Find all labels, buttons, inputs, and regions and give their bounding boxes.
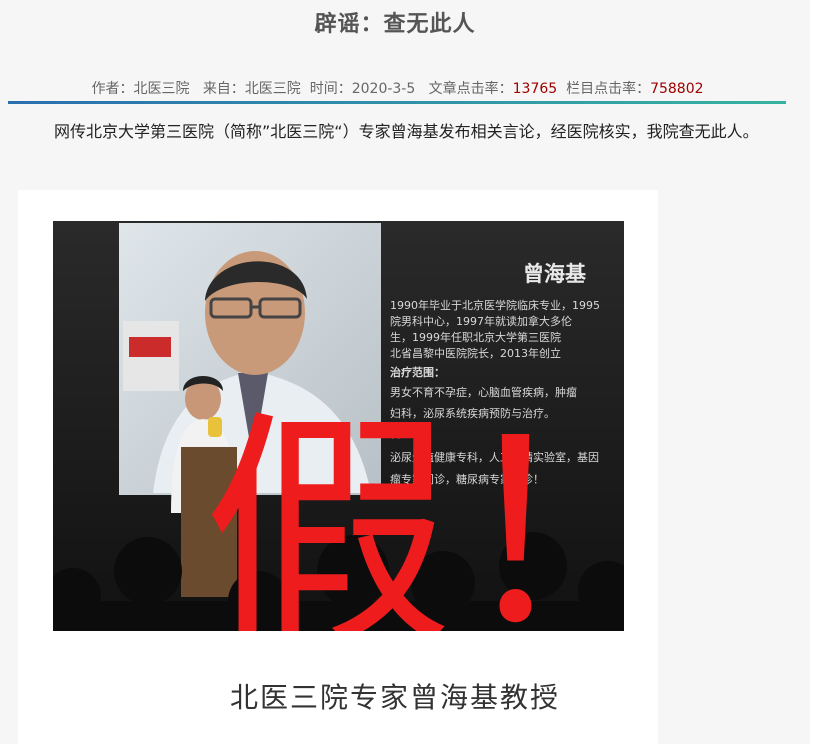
range-heading: 治疗范围： (390, 365, 445, 379)
article-clicks-label: 文章点击率： (428, 81, 513, 97)
slide-name: 曾海基 (523, 262, 587, 286)
title-divider (8, 101, 786, 104)
fake-stamp: 假！ (203, 389, 624, 631)
column-clicks-label: 栏目点击率： (566, 81, 651, 97)
slide-line-3: 生，1999年任职北京大学第三医院 (390, 330, 561, 344)
article-photo: 曾海基 1990年毕业于北京医学院临床专业，1995 院男科中心，1997年就读… (53, 221, 624, 631)
author-label: 作者： (91, 81, 134, 97)
photo-illustration: 曾海基 1990年毕业于北京医学院临床专业，1995 院男科中心，1997年就读… (53, 221, 624, 631)
column-clicks-value: 758802 (650, 81, 704, 97)
source-label: 来自： (202, 81, 245, 97)
article-meta: 作者：北医三院 来自：北医三院 时间：2020-3-5 文章点击率：13765 … (0, 78, 795, 98)
scrollbar-track[interactable] (810, 0, 830, 744)
time-value: 2020-3-5 (351, 81, 416, 97)
slide-line-2: 院男科中心，1997年就读加拿大多伦 (390, 314, 572, 328)
article-clicks-value: 13765 (512, 81, 558, 97)
slide-line-1: 1990年毕业于北京医学院临床专业，1995 (390, 298, 600, 312)
time-label: 时间： (309, 81, 352, 97)
article-title: 辟谣：查无此人 (314, 12, 476, 37)
source-value: 北医三院 (244, 81, 301, 97)
article-page: 辟谣：查无此人 作者：北医三院 来自：北医三院 时间：2020-3-5 文章点击… (0, 0, 810, 744)
author-value: 北医三院 (133, 81, 190, 97)
article-body: 网传北京大学第三医院（简称”北医三院“）专家曾海基发布相关言论，经医院核实，我院… (54, 122, 759, 141)
image-caption: 北医三院专家曾海基教授 (229, 681, 560, 714)
slide-line-4: 北省昌黎中医院院长，2013年创立 (390, 346, 561, 360)
